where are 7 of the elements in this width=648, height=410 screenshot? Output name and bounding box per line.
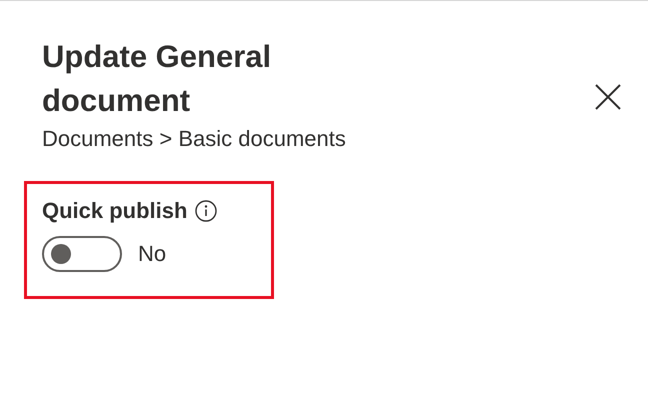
panel-title: Update General document: [42, 38, 272, 120]
breadcrumb: Documents > Basic documents: [41, 125, 347, 153]
close-icon[interactable]: [594, 83, 622, 111]
toggle-state-label: No: [138, 240, 166, 268]
toggle-switch[interactable]: [42, 236, 122, 272]
field-label: Quick publish: [42, 197, 188, 225]
info-icon[interactable]: [195, 200, 218, 222]
